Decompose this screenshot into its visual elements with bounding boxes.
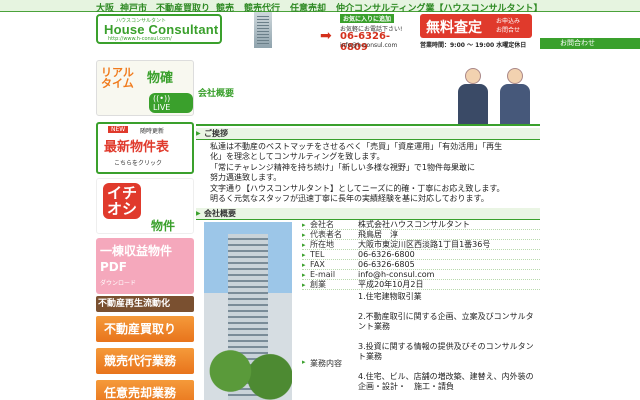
banner2-click: こちらをクリック — [114, 160, 163, 167]
sidebar: リアル タイム 物確 ((•)) LIVE NEW 随時更新 最新物件表 こちら… — [96, 60, 194, 400]
menu-voluntary-sale[interactable]: 任意売却業務 — [96, 380, 194, 400]
phone-contact: ➡ お気に入りに追加 お気軽にお電話下さい! 06-6326-6809 info… — [320, 14, 414, 53]
banner4-download: ダウンロード — [100, 280, 137, 287]
site-logo[interactable]: ハウスコンサルタント House Consultant http://www.h… — [96, 14, 222, 44]
greeting-line: 私達は不動産のベストマッチをさせるべく「売買」「資産運用」「有効活用」「再生 — [210, 142, 503, 151]
new-badge: NEW — [108, 126, 129, 133]
greeting-line: 「常にチャレンジ精神を持ち続け」「新しい多様な視野」で1物件毎果敢に — [210, 162, 476, 172]
business-content-row: 業務内容 1.住宅建物取引業 2.不動産取引に関する企画、立案及びコンサルタント… — [302, 290, 540, 400]
banner3-title: 物件 — [151, 219, 176, 233]
greeting-heading: ご挨拶 — [196, 128, 540, 140]
staff-illustration — [450, 62, 540, 124]
info-row: E-mailinfo@h-consul.com — [302, 270, 540, 280]
banner3-label: イチ オシ — [103, 183, 142, 219]
info-row: 創業平成20年10月2日 — [302, 280, 540, 290]
banner1-title: 物確 — [147, 71, 174, 86]
banner4-pdf: PDF — [100, 260, 127, 274]
greeting-line: 文字通り【ハウスコンサルタント】としてニーズに的確・丁寧にお応え致します。 — [210, 183, 505, 193]
main-content: 会社概要 ご挨拶 私達は不動産のベストマッチをさせるべく「売買」「資産運用」「有… — [196, 60, 540, 400]
contact-button[interactable]: お問合わせ — [540, 38, 640, 49]
info-row: FAX06-6326-6805 — [302, 260, 540, 270]
greeting-line: 明るく元気なスタッフが迅速丁寧に長年の実績経験を基に対応しております。 — [210, 194, 489, 204]
info-row: 所在地大阪市東淀川区西淡路1丁目1番36号 — [302, 240, 540, 250]
banner2-subtitle: 随時更新 — [140, 128, 165, 135]
person-right — [498, 68, 532, 124]
assessment-title: 無料査定 — [426, 20, 482, 36]
add-favorite-link[interactable]: お気に入りに追加 — [340, 14, 395, 23]
menu-auction-agent[interactable]: 競売代行業務 — [96, 348, 194, 374]
banner-income-property-pdf[interactable]: 一棟収益物件 PDF ダウンロード — [96, 238, 194, 294]
info-row: 会社名株式会社ハウスコンサルタント — [302, 220, 540, 230]
top-nav-bar: 大阪 神戸市 不動産買取り 競売 競売代行 任意売却 仲介コンサルティング業【ハ… — [0, 0, 640, 14]
business-item: 2.不動産取引に関する企画、立案及びコンサルタント業務 — [358, 312, 534, 331]
business-key: 業務内容 — [302, 358, 342, 369]
menu-revitalization[interactable]: 不動産再生流動化 — [96, 296, 194, 312]
business-item: 1.住宅建物取引業 — [358, 292, 422, 301]
assessment-subtitle: お申込み お問合せ — [496, 18, 521, 34]
banner4-title: 一棟収益物件 — [100, 244, 173, 258]
business-item: 3.投資に関する情報の提供及びそのコンサルタント業務 — [358, 342, 534, 361]
banner-recommended[interactable]: イチ オシ 物件 — [96, 178, 194, 234]
banner-latest-listings[interactable]: NEW 随時更新 最新物件表 こちらをクリック — [96, 122, 194, 174]
business-item: 4.住宅、ビル、店舗の増改築、建替え、内外装の企画・設計・ 施工・請負 — [358, 372, 534, 391]
info-row: TEL06-6326-6800 — [302, 250, 540, 260]
email-link[interactable]: info@h-consul.com — [340, 42, 397, 49]
page-title-area: 会社概要 — [196, 60, 540, 126]
person-left — [456, 68, 490, 124]
banner1-label: リアル タイム — [101, 66, 134, 90]
logo-title: House Consultant — [104, 22, 219, 37]
greeting-line: 化」を理念としてコンサルティングを致します。 — [210, 152, 385, 162]
free-assessment-button[interactable]: 無料査定 お申込み お問合せ — [420, 14, 532, 38]
logo-url: http://www.h-consul.com/ — [108, 36, 172, 42]
banner2-title: 最新物件表 — [104, 140, 170, 155]
greeting-text: 私達は不動産のベストマッチをさせるべく「売買」「資産運用」「有効活用」「再生 化… — [210, 142, 536, 204]
company-heading: 会社概要 — [196, 208, 540, 220]
menu-kaitori[interactable]: 不動産買取り — [96, 316, 194, 342]
business-list: 1.住宅建物取引業 2.不動産取引に関する企画、立案及びコンサルタント業務 3.… — [358, 292, 540, 400]
live-badge: ((•)) LIVE — [149, 93, 193, 113]
building-image — [254, 12, 272, 48]
arrow-icon: ➡ — [320, 28, 332, 44]
page-title: 会社概要 — [198, 89, 235, 99]
banner-realtime-check[interactable]: リアル タイム 物確 ((•)) LIVE — [96, 60, 194, 116]
business-hours: 営業時間：9:00 〜 19:00 水曜定休日 — [420, 42, 527, 49]
office-building-photo — [204, 222, 292, 400]
info-row: 代表者名飛鳥居 淳 — [302, 230, 540, 240]
greeting-line: 努力邁進致します。 — [210, 173, 282, 183]
company-info-table: 会社名株式会社ハウスコンサルタント 代表者名飛鳥居 淳 所在地大阪市東淀川区西淡… — [302, 220, 540, 400]
